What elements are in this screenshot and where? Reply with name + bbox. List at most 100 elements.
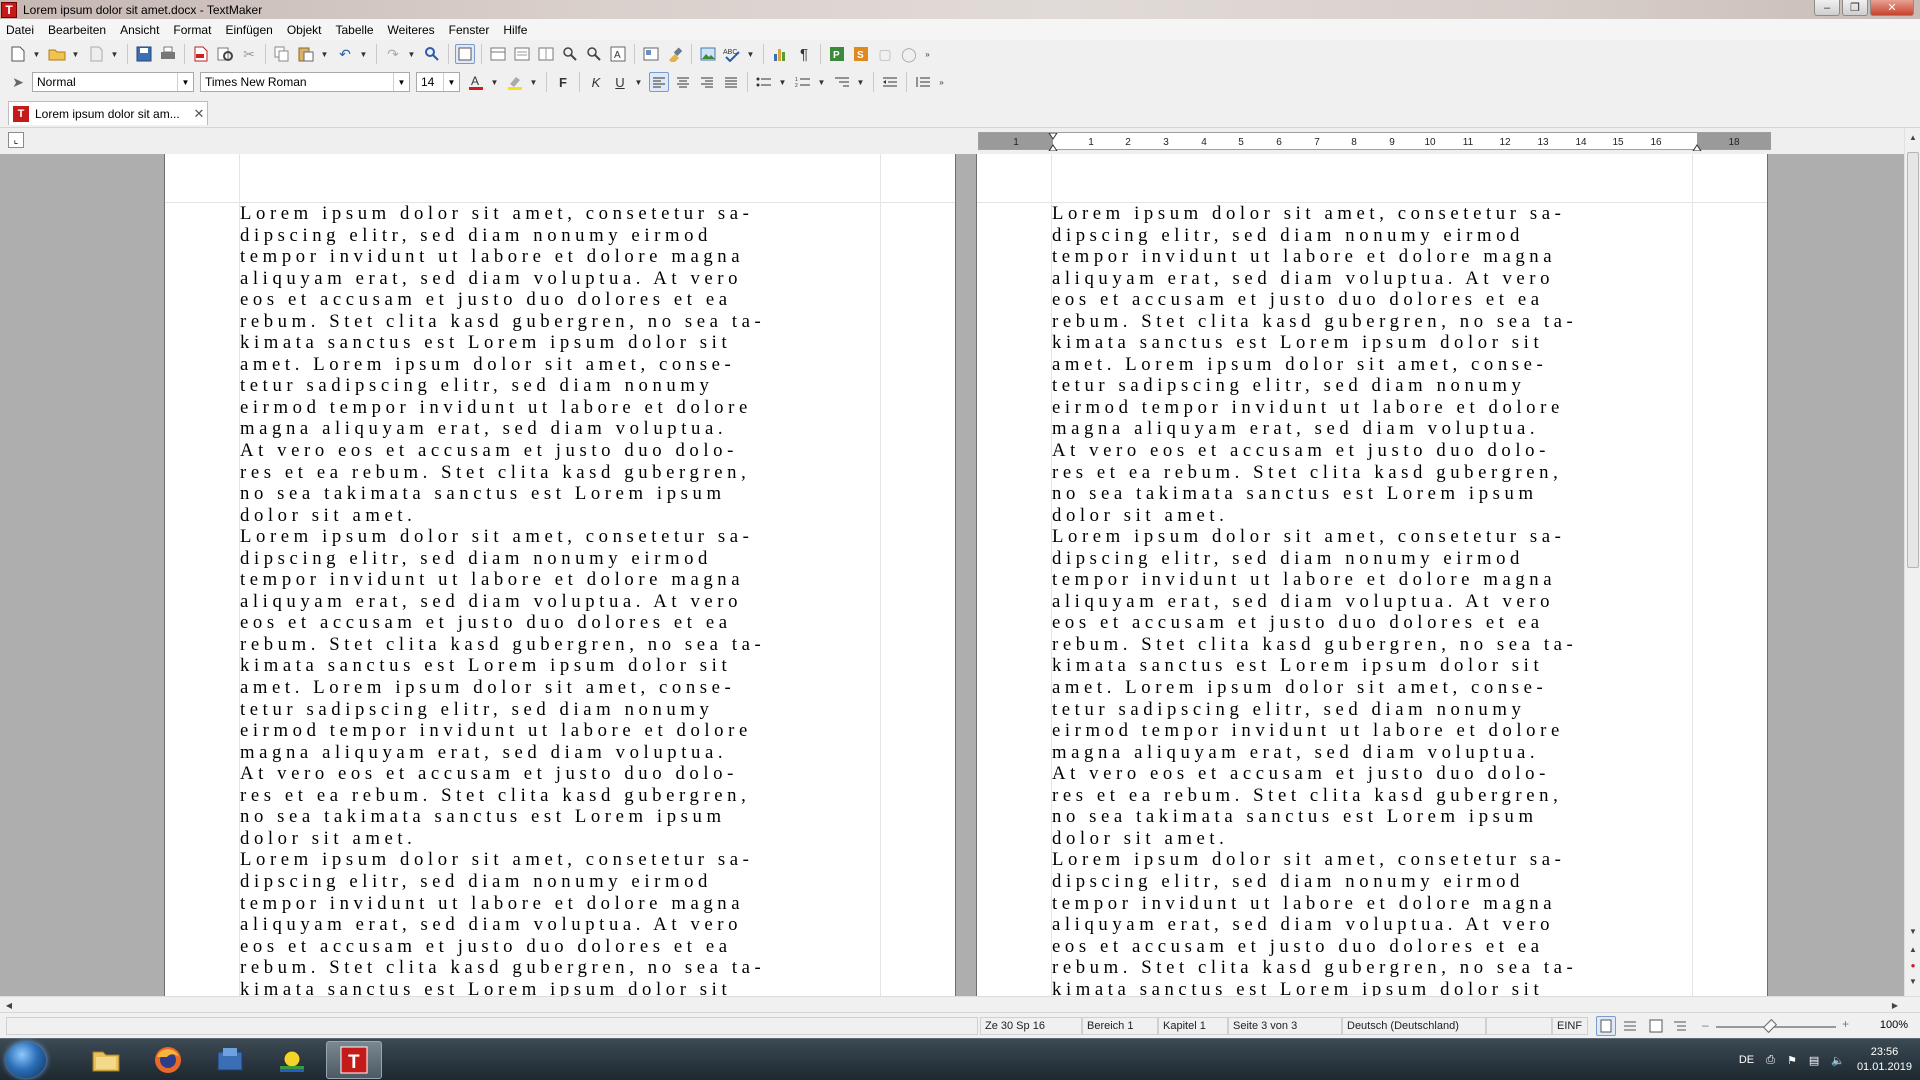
insert-mode-indicator[interactable]: EINF	[1552, 1017, 1588, 1035]
pointer-arrow-icon[interactable]: ➤	[8, 72, 28, 92]
menu-objekt[interactable]: Objekt	[287, 23, 322, 37]
view-continuous-icon[interactable]	[1620, 1016, 1640, 1036]
search-icon[interactable]	[422, 44, 442, 64]
flag-tray-icon[interactable]: ⚑	[1787, 1054, 1797, 1067]
zoom-slider-thumb[interactable]	[1762, 1018, 1778, 1034]
menu-weiteres[interactable]: Weiteres	[388, 23, 435, 37]
zoom-page-icon[interactable]	[584, 44, 604, 64]
font-color-dropdown-arrow[interactable]: ▼	[490, 72, 499, 92]
recent-files-icon[interactable]	[86, 44, 106, 64]
chevron-down-icon[interactable]: ▼	[443, 73, 459, 91]
language-indicator[interactable]: Deutsch (Deutschland)	[1342, 1017, 1486, 1035]
bullet-list-icon[interactable]	[754, 72, 774, 92]
italic-button[interactable]: K	[586, 72, 606, 92]
right-indent-marker[interactable]	[1692, 133, 1702, 151]
master-page-icon[interactable]	[536, 44, 556, 64]
redo-icon[interactable]: ↷	[383, 44, 403, 64]
menu-tabelle[interactable]: Tabelle	[336, 23, 374, 37]
save-icon[interactable]	[134, 44, 154, 64]
clock[interactable]: 23:56 01.01.2019	[1857, 1045, 1912, 1075]
open-dropdown-arrow[interactable]: ▼	[71, 44, 80, 64]
numbering-dropdown-arrow[interactable]: ▼	[817, 72, 826, 92]
text-frame-icon[interactable]: A	[608, 44, 628, 64]
menu-bearbeiten[interactable]: Bearbeiten	[48, 23, 106, 37]
decrease-indent-icon[interactable]	[880, 72, 900, 92]
header-footer-icon[interactable]	[488, 44, 508, 64]
chevron-down-icon[interactable]: ▼	[177, 73, 193, 91]
menu-ansicht[interactable]: Ansicht	[120, 23, 159, 37]
minimize-button[interactable]: –	[1814, 0, 1840, 16]
copy-icon[interactable]	[272, 44, 292, 64]
view-page-icon[interactable]	[1646, 1016, 1666, 1036]
textmaker-app-icon[interactable]: T	[1, 1, 17, 18]
menu-einfuegen[interactable]: Einfügen	[225, 23, 272, 37]
file-explorer-icon[interactable]	[78, 1041, 134, 1079]
zoom-slider[interactable]	[1716, 1026, 1836, 1028]
undo-icon[interactable]: ↶	[335, 44, 355, 64]
left-indent-marker[interactable]	[1048, 133, 1058, 151]
paste-dropdown-arrow[interactable]: ▼	[320, 44, 329, 64]
outline-view-icon[interactable]	[512, 44, 532, 64]
spellcheck-icon[interactable]: ABC	[722, 44, 742, 64]
view-normal-icon[interactable]	[1596, 1016, 1616, 1036]
align-left-icon[interactable]	[649, 72, 669, 92]
print-preview-icon[interactable]	[215, 44, 235, 64]
underline-button[interactable]: U	[610, 72, 630, 92]
firefox-icon[interactable]	[140, 1041, 196, 1079]
paragraph-style-select[interactable]: Normal ▼	[32, 72, 194, 92]
browse-object-icon[interactable]: ●	[1906, 958, 1920, 972]
undo-dropdown-arrow[interactable]: ▼	[359, 44, 368, 64]
print-icon[interactable]	[158, 44, 178, 64]
bold-button[interactable]: F	[553, 72, 573, 92]
font-family-select[interactable]: Times New Roman ▼	[200, 72, 410, 92]
planmaker-app-icon[interactable]: S	[851, 44, 871, 64]
network-tray-icon[interactable]: ▤	[1809, 1054, 1819, 1067]
insert-image-icon[interactable]	[698, 44, 718, 64]
document-tab[interactable]: T Lorem ipsum dolor sit am... ✕	[8, 101, 208, 125]
menu-format[interactable]: Format	[173, 23, 211, 37]
align-center-icon[interactable]	[673, 72, 693, 92]
horizontal-ruler[interactable]: 1 1 2 3 4 5 6 7 8 9 10 11 12 13 14 15 16…	[978, 132, 1771, 151]
printer-tray-icon[interactable]: ⎙	[1766, 1054, 1775, 1067]
menu-datei[interactable]: Datei	[6, 23, 34, 37]
close-button[interactable]: ✕	[1870, 0, 1914, 16]
highlight-dropdown-arrow[interactable]: ▼	[529, 72, 538, 92]
games-app-icon[interactable]	[264, 1041, 320, 1079]
scrollbar-thumb[interactable]	[1907, 152, 1919, 568]
menu-fenster[interactable]: Fenster	[449, 23, 490, 37]
scroll-up-icon[interactable]: ▲	[1906, 130, 1920, 144]
paintbrush-icon[interactable]	[665, 44, 685, 64]
chevron-down-icon[interactable]: ▼	[393, 73, 409, 91]
font-size-select[interactable]: 14 ▼	[416, 72, 460, 92]
underline-dropdown-arrow[interactable]: ▼	[634, 72, 643, 92]
line-spacing-icon[interactable]	[913, 72, 933, 92]
frame-icon[interactable]: ▢	[875, 44, 895, 64]
previous-page-icon[interactable]: ▲	[1906, 942, 1920, 956]
export-pdf-icon[interactable]	[191, 44, 211, 64]
vertical-scrollbar[interactable]: ▲ ▼ ▲ ● ▼	[1904, 128, 1920, 996]
database-app-icon[interactable]	[202, 1041, 258, 1079]
toolbar-more-chevron-2[interactable]: »	[937, 72, 946, 92]
open-folder-icon[interactable]	[47, 44, 67, 64]
presentations-app-icon[interactable]: P	[827, 44, 847, 64]
zoom-in-icon[interactable]: +	[1842, 1017, 1849, 1031]
view-outline-icon[interactable]	[1670, 1016, 1690, 1036]
formatting-marks-icon[interactable]: ¶	[794, 44, 814, 64]
menu-hilfe[interactable]: Hilfe	[503, 23, 527, 37]
spellcheck-dropdown-arrow[interactable]: ▼	[746, 44, 755, 64]
textmaker-taskbar-icon[interactable]: T	[326, 1041, 382, 1079]
maximize-button[interactable]: ❐	[1842, 0, 1868, 16]
outline-dropdown-arrow[interactable]: ▼	[856, 72, 865, 92]
zoom-icon[interactable]	[560, 44, 580, 64]
numbered-list-icon[interactable]: 12	[793, 72, 813, 92]
volume-tray-icon[interactable]: 🔈	[1831, 1054, 1845, 1067]
page-right[interactable]: Lorem ipsum dolor sit amet, consetetur s…	[976, 154, 1768, 996]
align-right-icon[interactable]	[697, 72, 717, 92]
bullet-dropdown-arrow[interactable]: ▼	[778, 72, 787, 92]
paste-icon[interactable]	[296, 44, 316, 64]
new-document-icon[interactable]	[8, 44, 28, 64]
scroll-right-icon[interactable]: ▶	[1888, 998, 1902, 1012]
insert-picture-icon[interactable]	[641, 44, 661, 64]
page-text[interactable]: Lorem ipsum dolor sit amet, consetetur s…	[240, 203, 883, 996]
scroll-left-icon[interactable]: ◀	[2, 998, 16, 1012]
